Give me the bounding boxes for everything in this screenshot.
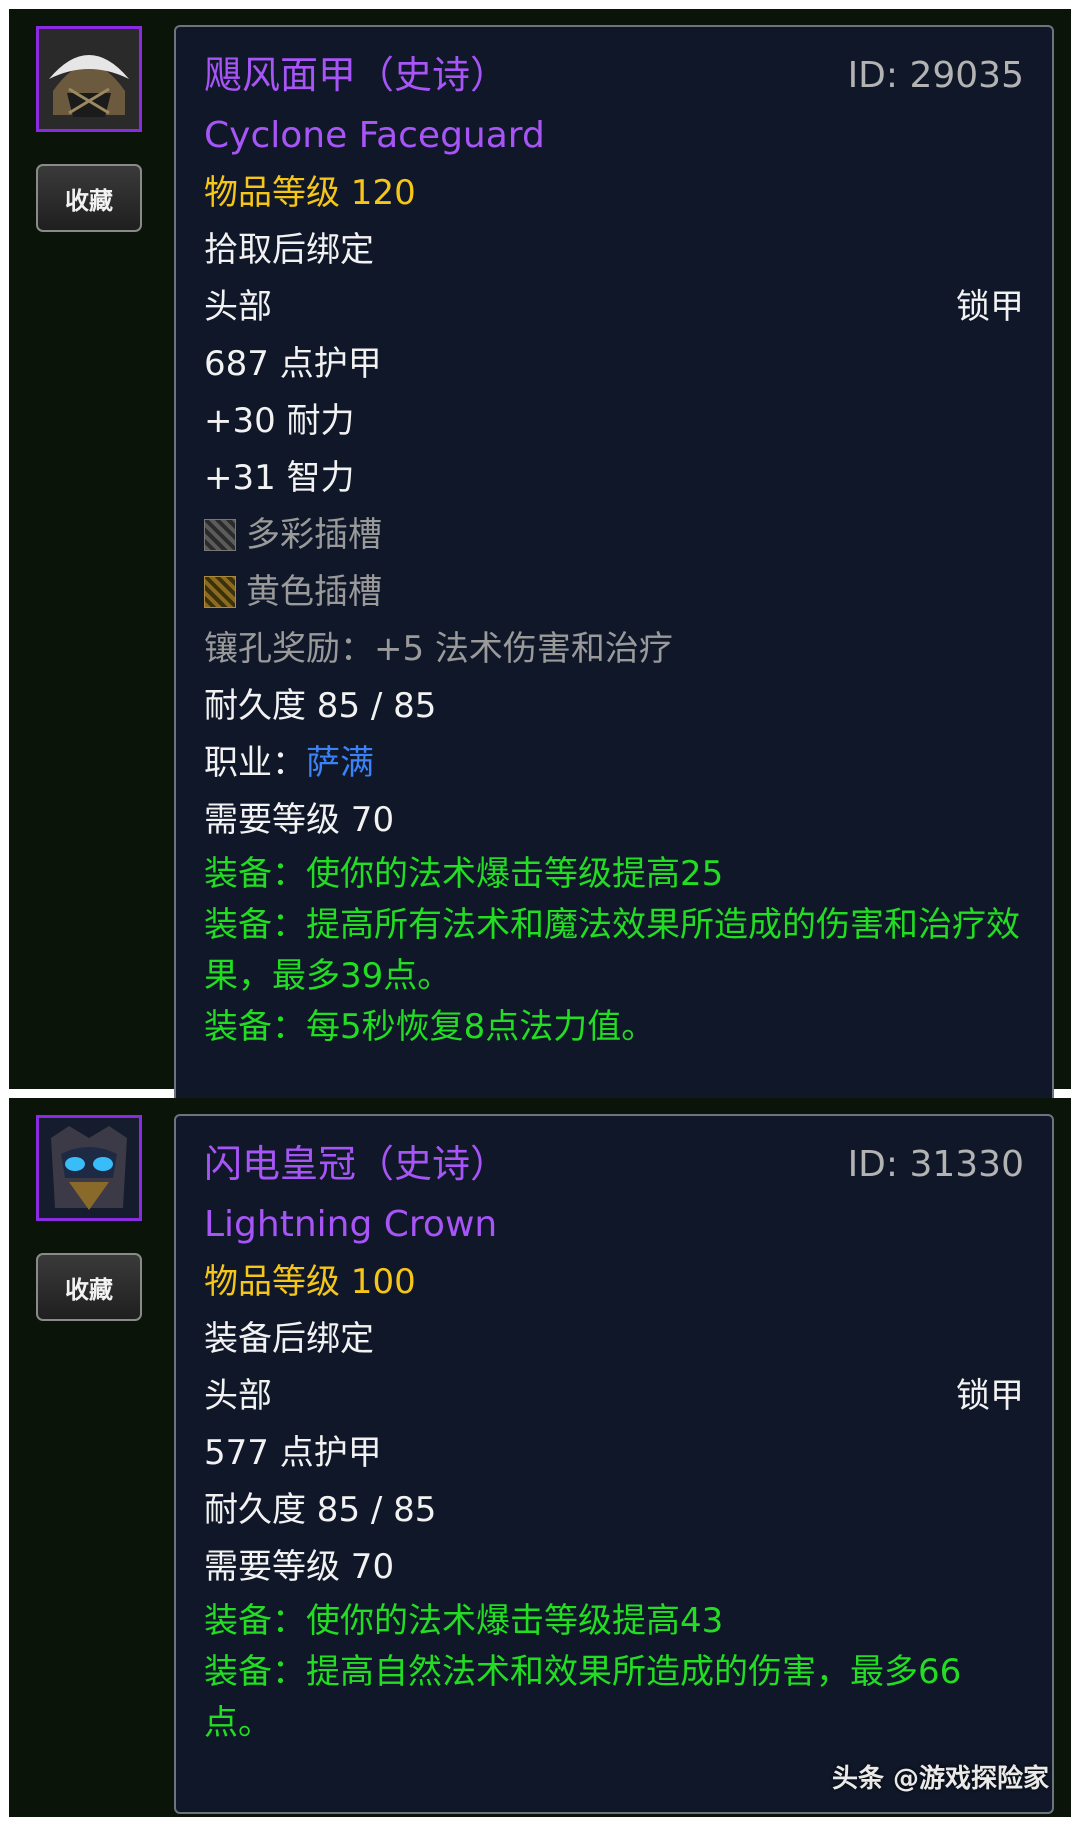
item-title: 飓风面甲（史诗） xyxy=(204,53,509,97)
lightning-crown-icon[interactable] xyxy=(36,1115,142,1221)
equip-effect: 装备：每5秒恢复8点法力值。 xyxy=(204,1007,656,1047)
item-armor-type: 锁甲 xyxy=(956,287,1024,327)
class-label: 职业： xyxy=(204,743,306,783)
item-armor: 577 点护甲 xyxy=(204,1433,382,1473)
item-armor: 687 点护甲 xyxy=(204,344,382,384)
item-class: 职业：萨满 xyxy=(204,735,1024,792)
item-title: 闪电皇冠（史诗） xyxy=(204,1142,509,1186)
class-value: 萨满 xyxy=(306,743,374,783)
item-id: ID: 29035 xyxy=(847,54,1024,96)
socket-line: 多彩插槽 xyxy=(204,507,1024,564)
item-durability: 耐久度 85 / 85 xyxy=(204,686,437,726)
socket-line: 黄色插槽 xyxy=(204,564,1024,621)
item-level: 物品等级 120 xyxy=(204,173,416,213)
item-armor-type: 锁甲 xyxy=(956,1376,1024,1416)
item-binding: 装备后绑定 xyxy=(204,1319,374,1359)
item-id: ID: 31330 xyxy=(847,1143,1024,1185)
item-level: 物品等级 100 xyxy=(204,1262,416,1302)
item-stat: +31 智力 xyxy=(204,458,355,498)
socket-bonus: 镶孔奖励：+5 法术伤害和治疗 xyxy=(204,629,673,669)
cyclone-faceguard-icon[interactable] xyxy=(36,26,142,132)
prismatic-socket-icon xyxy=(204,519,236,551)
equip-effect: 装备：使你的法术爆击等级提高25 xyxy=(204,854,724,894)
helmet-icon xyxy=(39,29,139,129)
item-card-lightning-crown: 收藏 闪电皇冠（史诗） ID: 31330 Lightning Crown 物品… xyxy=(9,1098,1071,1817)
socket-label: 多彩插槽 xyxy=(246,515,382,555)
item-required-level: 需要等级 70 xyxy=(204,800,395,840)
item-durability: 耐久度 85 / 85 xyxy=(204,1490,437,1530)
item-slot: 头部 xyxy=(204,287,272,327)
watermark: 头条 @游戏探险家 xyxy=(831,1764,1049,1794)
equip-effect: 装备：提高所有法术和魔法效果所造成的伤害和治疗效果，最多39点。 xyxy=(204,905,1020,996)
item-tooltip: 飓风面甲（史诗） ID: 29035 Cyclone Faceguard 物品等… xyxy=(174,25,1054,1103)
item-card-cyclone-faceguard: 收藏 飓风面甲（史诗） ID: 29035 Cyclone Faceguard … xyxy=(9,9,1071,1103)
item-slot: 头部 xyxy=(204,1376,272,1416)
item-tooltip: 闪电皇冠（史诗） ID: 31330 Lightning Crown 物品等级 … xyxy=(174,1114,1054,1814)
item-english-name: Lightning Crown xyxy=(204,1204,498,1245)
yellow-socket-icon xyxy=(204,576,236,608)
socket-label: 黄色插槽 xyxy=(246,572,382,612)
equip-effect: 装备：提高自然法术和效果所造成的伤害，最多66点。 xyxy=(204,1652,962,1743)
equip-effect: 装备：使你的法术爆击等级提高43 xyxy=(204,1601,724,1641)
item-required-level: 需要等级 70 xyxy=(204,1547,395,1587)
item-stat: +30 耐力 xyxy=(204,401,355,441)
item-english-name: Cyclone Faceguard xyxy=(204,115,545,156)
item-binding: 拾取后绑定 xyxy=(204,230,374,270)
favorite-button[interactable]: 收藏 xyxy=(36,1253,142,1321)
crown-helmet-icon xyxy=(39,1118,139,1218)
favorite-button[interactable]: 收藏 xyxy=(36,164,142,232)
